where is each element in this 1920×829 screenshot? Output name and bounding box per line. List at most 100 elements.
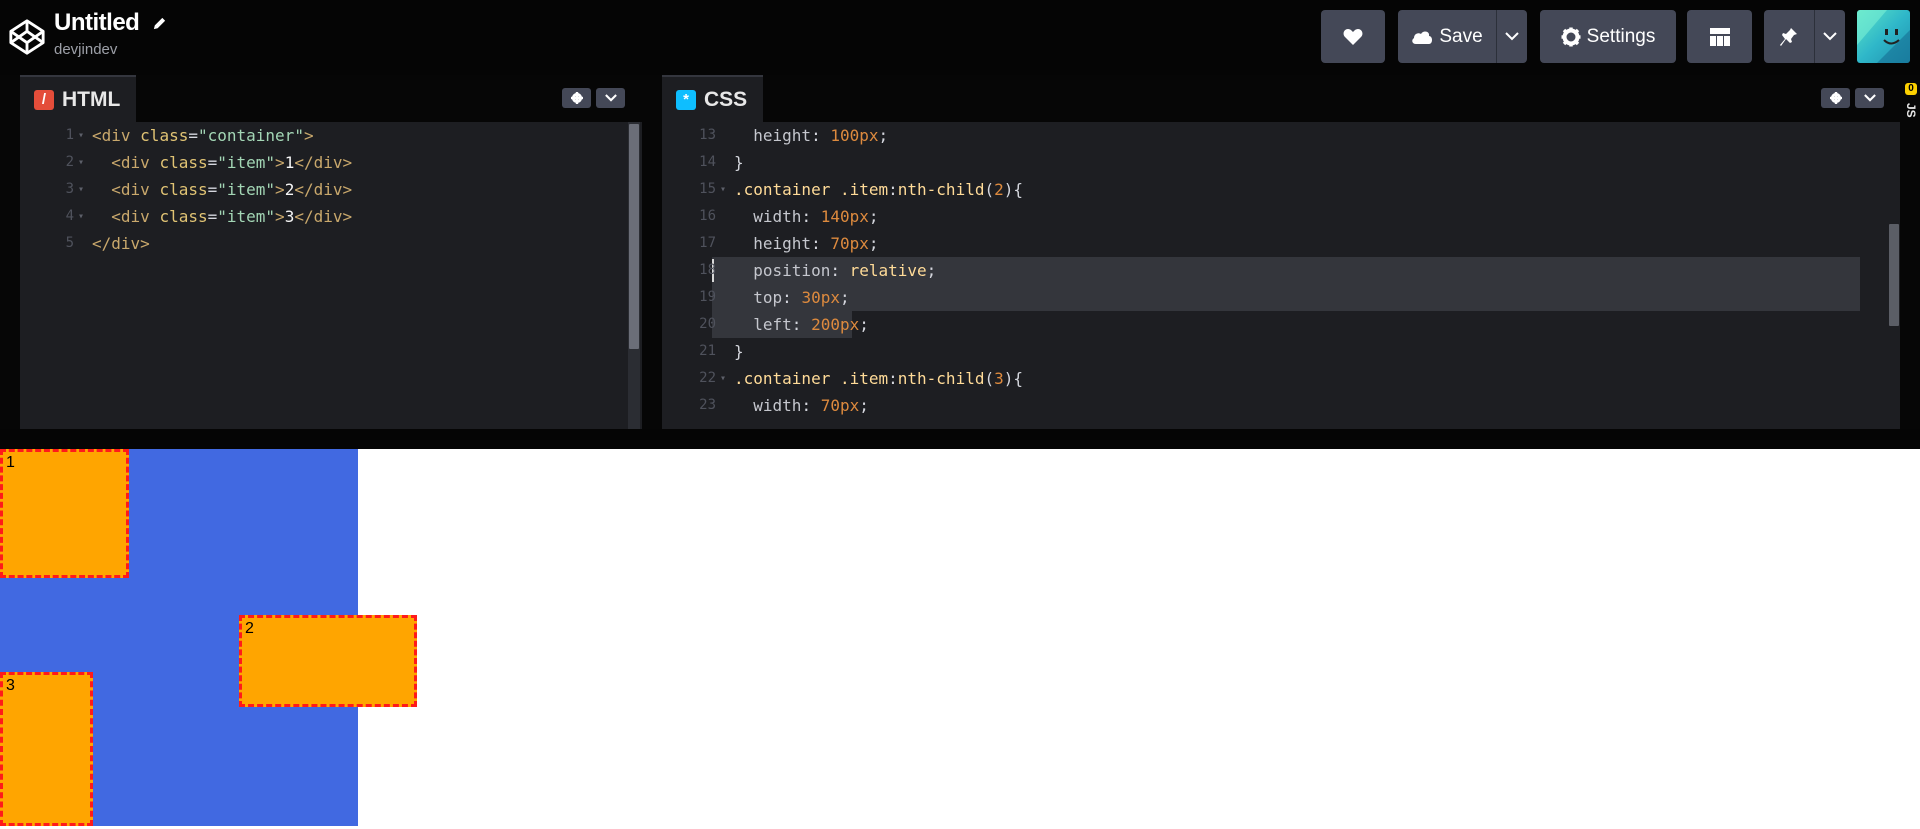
preview-frame: 1 2 3 (0, 449, 1920, 829)
line-number: 21 (699, 343, 716, 359)
code-token: : (801, 207, 821, 226)
code-token: ; (868, 234, 879, 253)
save-button[interactable]: Save (1398, 10, 1496, 63)
code-token: : (791, 315, 812, 334)
code-token: > (303, 126, 314, 145)
code-text: } (734, 149, 744, 176)
css-code-editor[interactable]: 13 height: 100px; 14} 15 ▾ .container .item:… (662, 122, 1900, 429)
html-scrollbar-thumb[interactable] (629, 124, 639, 349)
css-collapse-button[interactable] (1855, 88, 1884, 108)
code-token: "item" (217, 180, 276, 199)
code-token: width (734, 207, 802, 226)
code-token: ){ (1003, 180, 1024, 199)
gear-icon (1829, 92, 1842, 104)
js-collapsed-tab[interactable]: 0 JS (1900, 75, 1920, 429)
css-settings-button[interactable] (1821, 88, 1850, 108)
cloud-icon (1412, 31, 1433, 44)
change-view-button[interactable] (1687, 10, 1752, 63)
code-token: left (734, 315, 792, 334)
pin-button[interactable] (1764, 10, 1814, 63)
top-bar: Untitled devjindev Save Settings (0, 0, 1920, 75)
line-number: 3 (65, 181, 74, 197)
chevron-down-icon (1505, 32, 1519, 41)
save-label: Save (1439, 25, 1483, 47)
code-token: relative (849, 261, 927, 280)
code-token: <div (92, 180, 160, 199)
code-token: ; (859, 315, 869, 334)
css-scrollbar[interactable] (1888, 122, 1900, 429)
code-token: height (734, 234, 812, 253)
fold-arrow-icon[interactable]: ▾ (78, 176, 84, 203)
css-tab-label: CSS (704, 87, 748, 111)
code-token: 70px (830, 234, 869, 253)
heart-icon (1343, 28, 1363, 45)
code-text: .container .item:nth-child(2){ (734, 176, 1023, 203)
fold-arrow-icon[interactable]: ▾ (720, 365, 726, 392)
code-token: 200px (811, 315, 860, 334)
line-number: 18 (699, 262, 716, 278)
fold-arrow-icon[interactable]: ▾ (78, 122, 84, 149)
code-token: 100px (830, 126, 879, 145)
code-token: class (140, 126, 189, 145)
fold-arrow-icon[interactable]: ▾ (720, 176, 726, 203)
code-token: "item" (217, 207, 276, 226)
layout-grid-icon (1709, 27, 1730, 46)
css-pane-header: * CSS (662, 75, 1900, 122)
line-number: 19 (699, 289, 716, 305)
pen-title-text[interactable]: Untitled (54, 9, 140, 36)
fold-arrow-icon[interactable]: ▾ (78, 149, 84, 176)
chevron-down-icon (1823, 32, 1837, 41)
css-badge-icon: * (676, 89, 696, 110)
avatar[interactable] (1857, 10, 1910, 63)
pen-title[interactable]: Untitled (54, 9, 167, 38)
code-text: top: 30px; (734, 284, 849, 311)
code-token: ; (926, 261, 937, 280)
code-token: <div (92, 153, 160, 172)
code-token: : (888, 369, 898, 388)
editor-area: / HTML 1 ▾ <div class="container"> 2 ▾ <div … (0, 75, 1920, 429)
html-settings-button[interactable] (562, 88, 591, 108)
html-collapse-button[interactable] (596, 88, 625, 108)
pencil-icon[interactable] (152, 10, 167, 38)
code-token: } (734, 342, 744, 361)
js-badge-icon: 0 (1905, 83, 1917, 95)
resize-divider[interactable] (0, 429, 1920, 449)
css-scrollbar-thumb[interactable] (1889, 224, 1899, 326)
tab-html[interactable]: / HTML (20, 75, 137, 122)
line-number: 16 (699, 208, 716, 224)
code-token: 2 (284, 180, 295, 199)
code-text: <div class="item">1</div> (92, 149, 352, 176)
code-token: 30px (801, 288, 840, 307)
code-text: <div class="item">2</div> (92, 176, 352, 203)
settings-button[interactable]: Settings (1540, 10, 1676, 63)
html-scrollbar[interactable] (628, 122, 640, 429)
code-token: "item" (217, 153, 276, 172)
line-number: 20 (699, 316, 716, 332)
codepen-logo-icon[interactable] (8, 18, 46, 56)
code-token: ; (868, 207, 879, 226)
line-number: 22 (699, 370, 716, 386)
fold-arrow-icon[interactable]: ▾ (78, 203, 84, 230)
code-text: position: relative; (734, 257, 936, 284)
code-token: } (734, 153, 744, 172)
code-token: 3 (994, 369, 1004, 388)
username-link[interactable]: devjindev (54, 41, 117, 58)
like-button[interactable] (1321, 10, 1385, 63)
pin-options-button[interactable] (1814, 10, 1845, 63)
code-token: > (275, 153, 285, 172)
save-options-button[interactable] (1496, 10, 1527, 63)
code-token: : (782, 288, 802, 307)
html-code-editor[interactable]: 1 ▾ <div class="container"> 2 ▾ <div class="… (20, 122, 642, 429)
code-token: height (734, 126, 812, 145)
code-token: = (207, 180, 218, 199)
code-token: 2 (994, 180, 1004, 199)
code-token: </div> (294, 153, 353, 172)
code-text: </div> (92, 230, 150, 257)
code-token: </div> (92, 234, 150, 253)
tab-css[interactable]: * CSS (662, 75, 764, 122)
code-token: > (275, 207, 285, 226)
code-token: "container" (197, 126, 304, 145)
pin-icon (1780, 27, 1797, 46)
html-editor-pane: / HTML 1 ▾ <div class="container"> 2 ▾ <div … (20, 75, 642, 429)
code-text: height: 70px; (734, 230, 879, 257)
